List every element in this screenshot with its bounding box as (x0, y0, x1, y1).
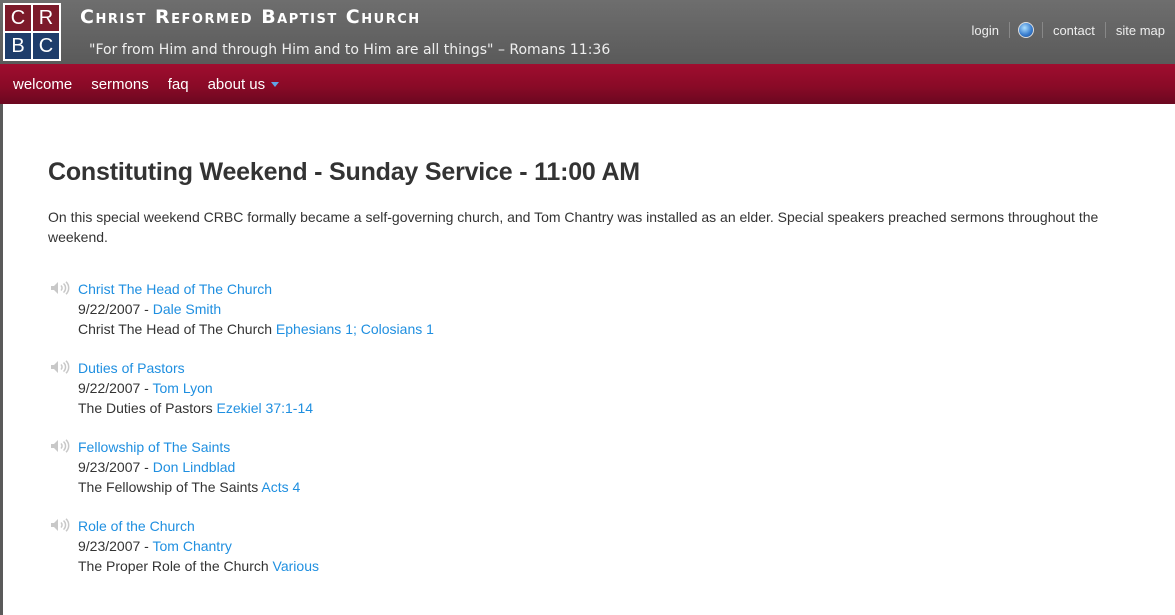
page-intro: On this special weekend CRBC formally be… (48, 209, 1099, 245)
sermon-description: The Proper Role of the Church (78, 558, 269, 574)
sermon-title-link[interactable]: Fellowship of The Saints (78, 439, 230, 455)
sermon-item: Role of the Church 9/23/2007 - Tom Chant… (48, 516, 1128, 576)
main-content: Constituting Weekend - Sunday Service - … (48, 158, 1128, 595)
logo-letter: R (33, 5, 59, 31)
divider (1008, 22, 1010, 38)
site-title[interactable]: Christ Reformed Baptist Church (80, 6, 421, 28)
speaker-icon[interactable] (50, 281, 70, 295)
main-nav: welcome sermons faq about us (0, 64, 1175, 104)
nav-faq[interactable]: faq (155, 76, 189, 93)
sermon-description: Christ The Head of The Church (78, 321, 273, 337)
speaker-link[interactable]: Tom Lyon (153, 380, 213, 396)
globe-icon[interactable] (1017, 22, 1034, 38)
sermon-date: 9/23/2007 (78, 538, 141, 554)
nav-sermons[interactable]: sermons (78, 76, 149, 93)
scripture-link[interactable]: Various (273, 558, 319, 574)
page-title: Constituting Weekend - Sunday Service - … (48, 158, 640, 186)
scripture-link[interactable]: Ephesians 1; Colosians 1 (276, 321, 434, 337)
chevron-down-icon (271, 82, 280, 88)
site-map-link[interactable]: site map (1106, 23, 1175, 38)
contact-link[interactable]: contact (1043, 23, 1105, 38)
sermon-date: 9/23/2007 (78, 459, 141, 475)
speaker-link[interactable]: Tom Chantry (153, 538, 232, 554)
sermon-title-link[interactable]: Christ The Head of The Church (78, 281, 272, 297)
nav-about-us[interactable]: about us (195, 76, 280, 93)
sermon-date: 9/22/2007 (78, 380, 141, 396)
sermon-description: The Duties of Pastors (78, 400, 213, 416)
speaker-icon[interactable] (50, 439, 70, 453)
sermon-title-link[interactable]: Duties of Pastors (78, 360, 185, 376)
speaker-icon[interactable] (50, 518, 70, 532)
sermon-item: Christ The Head of The Church 9/22/2007 … (48, 279, 1128, 339)
sermon-title-link[interactable]: Role of the Church (78, 518, 195, 534)
speaker-link[interactable]: Don Lindblad (153, 459, 236, 475)
logo-letter: C (33, 33, 59, 59)
left-border (0, 104, 3, 615)
crbc-logo[interactable]: C R B C (3, 3, 61, 61)
login-link[interactable]: login (961, 23, 1008, 38)
sermon-list: Christ The Head of The Church 9/22/2007 … (48, 279, 1128, 576)
scripture-link[interactable]: Acts 4 (261, 479, 300, 495)
utility-nav: login contact site map (961, 22, 1175, 38)
sermon-description: The Fellowship of The Saints (78, 479, 259, 495)
site-tagline: "For from Him and through Him and to Him… (89, 42, 611, 58)
sermon-date: 9/22/2007 (78, 301, 141, 317)
sermon-item: Duties of Pastors 9/22/2007 - Tom Lyon T… (48, 358, 1128, 418)
speaker-link[interactable]: Dale Smith (153, 301, 221, 317)
nav-about-us-label: about us (207, 75, 266, 93)
logo-letter: C (5, 5, 31, 31)
site-header: C R B C Christ Reformed Baptist Church "… (0, 0, 1175, 64)
scripture-link[interactable]: Ezekiel 37:1-14 (217, 400, 314, 416)
speaker-icon[interactable] (50, 360, 70, 374)
nav-welcome[interactable]: welcome (0, 76, 72, 93)
logo-letter: B (5, 33, 31, 59)
sermon-item: Fellowship of The Saints 9/23/2007 - Don… (48, 437, 1128, 497)
